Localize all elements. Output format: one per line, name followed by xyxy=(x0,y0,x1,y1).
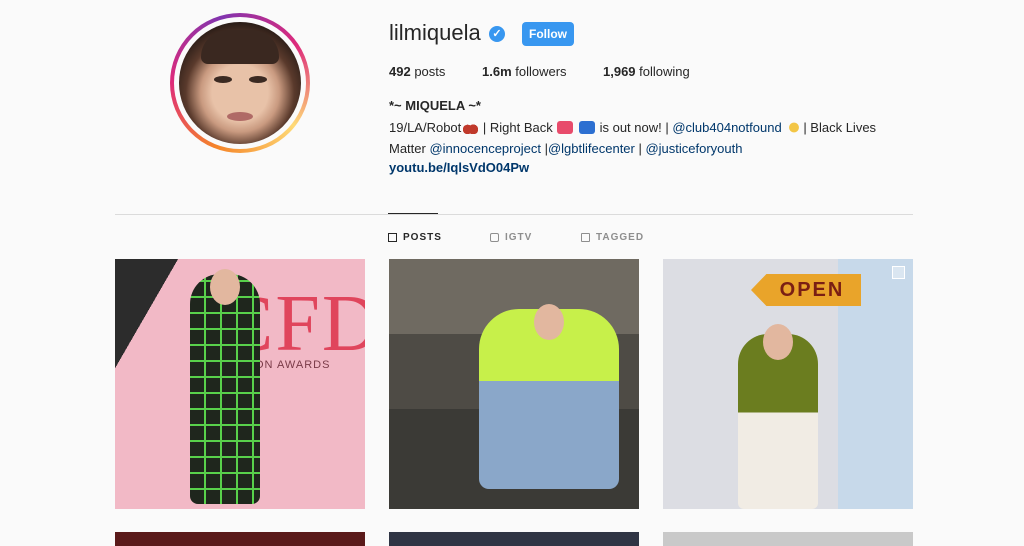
mention-lgbtlifecenter[interactable]: @lgbtlifecenter xyxy=(548,141,635,156)
grid-icon xyxy=(388,233,397,242)
posts-label: posts xyxy=(414,64,446,79)
post-thumbnail[interactable]: OPEN xyxy=(663,259,913,509)
post-background-subtext: ON AWARDS xyxy=(255,359,331,371)
avatar-lips xyxy=(227,112,253,121)
bio-text-3: is out now! | xyxy=(595,120,673,135)
post-person xyxy=(190,274,260,504)
bio-text-6: | xyxy=(634,140,646,156)
post-person-head xyxy=(534,304,564,340)
profile-website-link[interactable]: youtu.be/IqlsVdO04Pw xyxy=(389,160,529,175)
tabs-divider xyxy=(115,214,913,215)
bio-text-5: | xyxy=(540,140,548,156)
mention-justiceforyouth[interactable]: @justiceforyouth xyxy=(645,141,742,156)
mention-club404notfound[interactable]: @club404notfound xyxy=(672,120,781,135)
followers-stat[interactable]: 1.6m followers xyxy=(482,64,567,79)
post-thumbnail[interactable] xyxy=(663,532,913,546)
multi-post-icon xyxy=(892,266,905,279)
bio-text-2: | Right Back xyxy=(479,120,557,135)
post-thumbnail[interactable]: CFD ON AWARDS xyxy=(115,259,365,509)
open-sign: OPEN xyxy=(751,274,861,306)
following-stat[interactable]: 1,969 following xyxy=(603,64,690,79)
followers-count: 1.6m xyxy=(482,64,512,79)
post-thumbnail[interactable] xyxy=(115,532,365,546)
avatar-hair xyxy=(201,30,279,64)
avatar-eye-right xyxy=(249,76,267,83)
post-person-head xyxy=(210,269,240,305)
cherries-icon xyxy=(462,121,479,134)
profile-display-name: *~ MIQUELA ~* xyxy=(389,98,481,113)
follow-button[interactable]: Follow xyxy=(522,22,574,46)
post-thumbnail[interactable] xyxy=(389,259,639,509)
post-thumbnail[interactable] xyxy=(389,532,639,546)
post-person-head xyxy=(763,324,793,360)
tagged-icon xyxy=(581,233,590,242)
posts-count-stat: 492 posts xyxy=(389,64,445,79)
avatar-image xyxy=(179,22,301,144)
active-tab-indicator xyxy=(388,213,438,214)
followers-label: followers xyxy=(515,64,567,79)
following-count: 1,969 xyxy=(603,64,636,79)
profile-bio: 19/LA/Robot | Right Back is out now! | @… xyxy=(389,118,909,159)
tab-igtv[interactable]: IGTV xyxy=(490,232,532,243)
back-arrow-icon xyxy=(578,121,595,134)
posts-count: 492 xyxy=(389,64,411,79)
avatar-frame xyxy=(174,17,306,149)
tab-tagged[interactable]: TAGGED xyxy=(581,232,644,243)
igtv-icon xyxy=(490,233,499,242)
tab-posts-label: POSTS xyxy=(403,232,442,243)
heart-icon xyxy=(557,121,574,134)
verified-badge-icon: ✓ xyxy=(489,26,505,42)
tab-igtv-label: IGTV xyxy=(505,232,533,243)
post-person xyxy=(738,334,818,509)
avatar-eye-left xyxy=(214,76,232,83)
fairy-icon xyxy=(786,121,803,134)
following-label: following xyxy=(639,64,690,79)
bio-text-1: 19/LA/Robot xyxy=(389,120,462,135)
mention-innocenceproject[interactable]: @innocenceproject xyxy=(429,141,540,156)
tab-tagged-label: TAGGED xyxy=(596,232,645,243)
profile-avatar[interactable] xyxy=(170,13,310,153)
tab-posts[interactable]: POSTS xyxy=(388,232,442,243)
profile-username: lilmiquela xyxy=(389,20,481,45)
